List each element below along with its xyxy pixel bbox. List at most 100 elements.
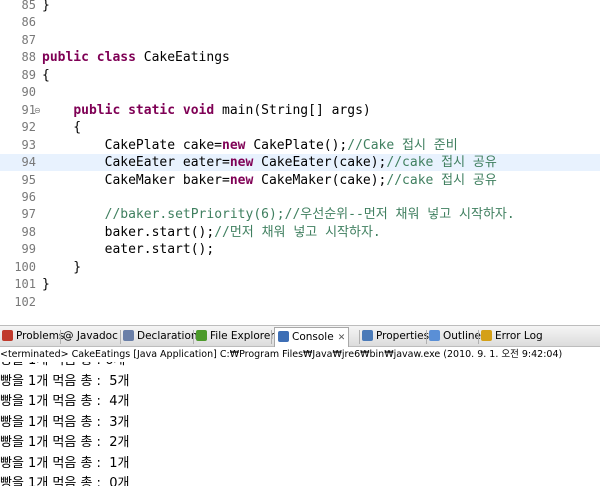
line-number: 94: [21, 155, 36, 170]
code-line[interactable]: 86: [0, 14, 600, 31]
comment-token: //baker.setPriority(6);//우선순위--먼저 채워 넣고 …: [104, 207, 515, 223]
tab-separator: [359, 330, 360, 344]
code-token: main(String[] args): [214, 102, 371, 118]
code-line[interactable]: 96: [0, 189, 600, 206]
code-text: public class CakeEatings: [42, 49, 230, 66]
code-line[interactable]: 95 CakeMaker baker=new CakeMaker(cake);/…: [0, 172, 600, 189]
console-output-line: 빵을 1개 먹음 총 : 6개: [0, 362, 125, 371]
code-line[interactable]: 98 baker.start();//먼저 채워 넣고 시작하자.: [0, 224, 600, 241]
code-token: CakePlate();: [245, 137, 348, 153]
console-output-line: 빵을 1개 먹음 총 : 3개: [0, 414, 130, 430]
console-status-header: <terminated> CakeEatings [Java Applicati…: [0, 347, 600, 363]
tab-label: @ Javadoc: [63, 330, 118, 342]
console-icon: [278, 331, 289, 342]
code-line[interactable]: 94 CakeEater eater=new CakeEater(cake);/…: [0, 154, 600, 172]
code-line[interactable]: 100 }: [0, 259, 600, 276]
tab-javadoc[interactable]: @ Javadoc: [63, 328, 118, 345]
code-line[interactable]: 99 eater.start();: [0, 241, 600, 258]
code-text: {: [42, 67, 50, 84]
code-text: CakePlate cake=new CakePlate();//Cake 접시…: [42, 137, 458, 154]
code-token: CakeEater(cake);: [253, 155, 387, 171]
tab-properties[interactable]: Properties: [362, 328, 429, 345]
tab-label: Properties: [376, 330, 430, 342]
file-explorer-icon: [196, 330, 207, 341]
comment-token: //먼저 채워 넣고 시작하자.: [214, 224, 381, 240]
code-line[interactable]: 87: [0, 32, 600, 49]
line-number: 90: [21, 85, 36, 100]
tab-label: Problems: [16, 330, 65, 342]
line-number: 85: [21, 0, 36, 12]
code-line[interactable]: 88 public class CakeEatings: [0, 49, 600, 66]
comment-token: //cake 접시 공유: [386, 172, 497, 188]
keyword-token: new: [229, 172, 254, 188]
code-token: }: [42, 259, 82, 275]
line-number: 99: [21, 242, 36, 257]
tab-label: File Explorer: [210, 330, 275, 342]
code-line[interactable]: 85}: [0, 0, 600, 14]
properties-icon: [362, 330, 373, 341]
line-number: 92: [21, 120, 36, 135]
console-output-line: 빵을 1개 먹음 총 : 0개: [0, 476, 130, 486]
line-number: 88: [21, 50, 36, 65]
tab-file-explorer[interactable]: File Explorer: [196, 328, 275, 345]
error-log-icon: [481, 330, 492, 341]
keyword-token: public static void: [73, 102, 215, 118]
console-output-line: 빵을 1개 먹음 총 : 5개: [0, 373, 130, 389]
line-number: 93: [21, 137, 36, 152]
line-number: 91: [21, 102, 36, 117]
view-tab-bar: Problems @ Javadoc Declaration File Explore…: [0, 325, 600, 347]
tab-label: Declaration: [137, 330, 198, 342]
close-icon[interactable]: ✕: [338, 333, 346, 343]
console-output-line: 빵을 1개 먹음 총 : 2개: [0, 435, 130, 450]
code-token: eater.start();: [42, 242, 215, 258]
tab-error-log[interactable]: Error Log: [481, 328, 543, 345]
code-token: baker.start();: [42, 224, 215, 240]
line-number: 89: [21, 67, 36, 82]
tab-separator: [271, 330, 272, 344]
code-line[interactable]: 97 //baker.setPriority(6);//우선순위--먼저 채워 …: [0, 206, 600, 223]
code-text: CakeEater eater=new CakeEater(cake);//ca…: [42, 154, 497, 171]
tab-console[interactable]: Console ✕: [274, 327, 350, 347]
code-token: CakeMaker baker=: [42, 172, 230, 188]
code-editor[interactable]: 85} 86 87 88 public class CakeEatings 89{90 91…: [0, 0, 600, 320]
code-token: {: [42, 120, 82, 136]
line-number: 87: [21, 32, 36, 47]
code-text: public static void main(String[] args): [42, 102, 371, 119]
line-number: 95: [21, 172, 36, 187]
tab-separator: [120, 330, 121, 344]
code-text: CakeMaker baker=new CakeMaker(cake);//ca…: [42, 172, 497, 189]
console-output-line: 빵을 1개 먹음 총 : 4개: [0, 394, 130, 409]
code-line[interactable]: 90: [0, 84, 600, 101]
code-line[interactable]: 93 CakePlate cake=new CakePlate();//Cake…: [0, 137, 600, 154]
line-number: 100: [14, 259, 36, 274]
code-text: }: [42, 0, 50, 14]
tab-declaration[interactable]: Declaration: [123, 328, 198, 345]
tab-outline[interactable]: Outline: [429, 328, 481, 345]
code-token: }: [42, 0, 50, 13]
tab-problems[interactable]: Problems: [2, 328, 64, 345]
code-text: eater.start();: [42, 241, 215, 258]
code-token: {: [42, 67, 50, 83]
tab-label: Console: [292, 331, 334, 343]
keyword-token: public class: [42, 50, 136, 66]
tab-label: Outline: [443, 330, 481, 342]
code-token: CakePlate cake=: [42, 137, 223, 153]
problems-icon: [2, 330, 13, 341]
code-line[interactable]: 89 {: [0, 67, 600, 84]
code-token: CakeEater eater=: [42, 155, 230, 171]
code-text: {: [42, 119, 81, 136]
tab-separator: [426, 330, 427, 344]
code-line[interactable]: 101}: [0, 276, 600, 293]
tab-label: Error Log: [495, 330, 543, 342]
code-line[interactable]: 102: [0, 294, 600, 311]
line-number: 86: [21, 15, 36, 30]
keyword-token: new: [222, 137, 246, 153]
code-line[interactable]: 92 {: [0, 119, 600, 136]
code-line[interactable]: 91 ⊖ public static void main(String[] arg…: [0, 102, 600, 119]
line-number: 98: [21, 224, 36, 239]
console-output[interactable]: 빵을 1개 먹음 총 : 6개빵을 1개 먹음 총 : 5개빵을 1개 먹음 총…: [0, 362, 600, 486]
line-number: 101: [14, 277, 36, 292]
code-token: CakeEatings: [135, 50, 230, 66]
line-number: 96: [21, 189, 36, 204]
